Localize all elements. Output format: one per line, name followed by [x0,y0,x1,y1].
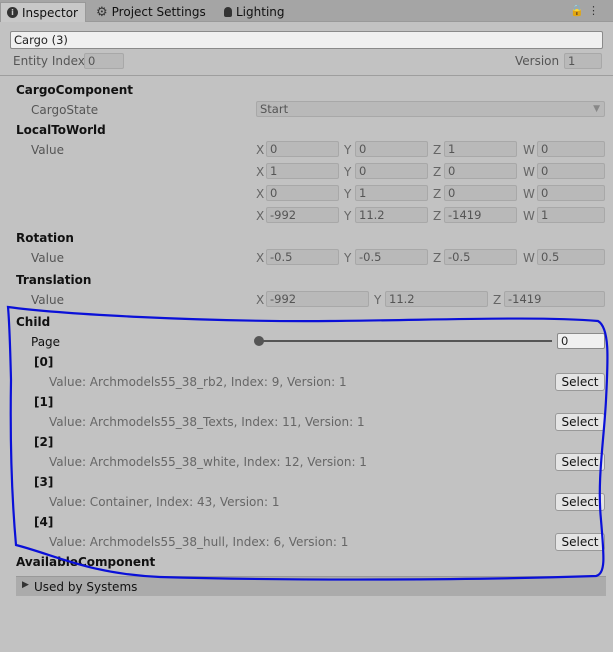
gear-icon: ⚙ [96,4,108,20]
version-label: Version [515,54,560,68]
menu-icon[interactable]: ⋮ [588,4,603,17]
axis-w-label: W [523,209,535,223]
child-header: Child [16,315,51,329]
axis-w-label: W [523,251,535,265]
page-slider-handle[interactable] [254,336,264,346]
axis-y-label: Y [344,165,352,179]
matrix-r3-z-field[interactable]: -1419 [444,207,517,223]
child-item-value: Value: Archmodels55_38_white, Index: 12,… [49,455,367,469]
matrix-r1-w-field[interactable]: 0 [537,163,605,179]
tab-inspector[interactable]: i Inspector [0,2,86,22]
child-item-index: [4] [34,515,54,529]
translation-header: Translation [16,273,92,287]
matrix-r1-x-field[interactable]: 1 [266,163,339,179]
axis-y-label: Y [344,143,352,157]
tab-inspector-label: Inspector [22,5,78,20]
select-button[interactable]: Select [555,493,605,511]
entity-index-label: Entity Index [13,54,85,68]
rotation-header: Rotation [16,231,74,245]
entity-index-field[interactable]: 0 [84,53,124,69]
axis-w-label: W [523,143,535,157]
cargo-state-label: CargoState [31,103,99,117]
tab-lighting[interactable]: Lighting [218,2,291,22]
matrix-r1-y-field[interactable]: 0 [355,163,428,179]
matrix-r1-z-field[interactable]: 0 [444,163,517,179]
translation-x-field[interactable]: -992 [266,291,369,307]
cargo-state-dropdown[interactable]: Start ▼ [256,101,605,117]
child-item-index: [1] [34,395,54,409]
matrix-r0-w-field[interactable]: 0 [537,141,605,157]
rotation-z-field[interactable]: -0.5 [444,249,517,265]
page-number-field[interactable]: 0 [557,333,605,349]
axis-x-label: X [256,187,265,201]
axis-z-label: Z [433,209,442,223]
tab-bar: i Inspector ⚙ Project Settings Lighting … [0,0,613,22]
child-item-index: [3] [34,475,54,489]
axis-x-label: X [256,209,265,223]
axis-y-label: Y [344,209,352,223]
child-item-index: [2] [34,435,54,449]
page-slider[interactable] [258,340,552,342]
rotation-x-field[interactable]: -0.5 [266,249,339,265]
local-to-world-value-label: Value [31,143,64,157]
axis-z-label: Z [433,143,442,157]
matrix-r0-y-field[interactable]: 0 [355,141,428,157]
tab-project-settings-label: Project Settings [111,5,206,19]
select-button[interactable]: Select [555,373,605,391]
matrix-r0-z-field[interactable]: 1 [444,141,517,157]
matrix-r2-y-field[interactable]: 1 [355,185,428,201]
axis-x-label: X [256,293,265,307]
lock-icon[interactable]: 🔒 [570,4,588,17]
used-by-systems-label: Used by Systems [34,580,138,594]
chevron-down-icon: ▼ [593,104,600,114]
triangle-right-icon: ▶ [22,580,29,590]
axis-w-label: W [523,165,535,179]
axis-y-label: Y [344,187,352,201]
axis-w-label: W [523,187,535,201]
select-button[interactable]: Select [555,533,605,551]
matrix-r0-x-field[interactable]: 0 [266,141,339,157]
axis-x-label: X [256,251,265,265]
axis-z-label: Z [493,293,502,307]
used-by-systems-foldout[interactable]: ▶ Used by Systems [16,576,606,596]
child-item-index: [0] [34,355,54,369]
matrix-r2-z-field[interactable]: 0 [444,185,517,201]
available-component-header: AvailableComponent [16,555,156,569]
axis-y-label: Y [374,293,382,307]
version-field[interactable]: 1 [564,53,602,69]
child-item-value: Value: Archmodels55_38_hull, Index: 6, V… [49,535,349,549]
page-label: Page [31,335,61,349]
axis-y-label: Y [344,251,352,265]
cargo-state-value: Start [260,102,289,116]
matrix-r2-w-field[interactable]: 0 [537,185,605,201]
axis-z-label: Z [433,187,442,201]
translation-y-field[interactable]: 11.2 [385,291,488,307]
cargo-component-header: CargoComponent [16,83,134,97]
axis-z-label: Z [433,251,442,265]
select-button[interactable]: Select [555,413,605,431]
header-divider [0,75,613,76]
tab-lighting-label: Lighting [236,5,285,19]
select-button[interactable]: Select [555,453,605,471]
local-to-world-header: LocalToWorld [16,123,106,137]
child-item-value: Value: Archmodels55_38_Texts, Index: 11,… [49,415,365,429]
matrix-r2-x-field[interactable]: 0 [266,185,339,201]
info-icon: i [7,7,18,18]
matrix-r3-x-field[interactable]: -992 [266,207,339,223]
child-item-value: Value: Archmodels55_38_rb2, Index: 9, Ve… [49,375,347,389]
matrix-r3-w-field[interactable]: 1 [537,207,605,223]
axis-x-label: X [256,143,265,157]
rotation-w-field[interactable]: 0.5 [537,249,605,265]
tab-project-settings[interactable]: ⚙ Project Settings [90,2,212,22]
matrix-r3-y-field[interactable]: 11.2 [355,207,428,223]
axis-x-label: X [256,165,265,179]
translation-z-field[interactable]: -1419 [504,291,605,307]
translation-value-label: Value [31,293,64,307]
child-item-value: Value: Container, Index: 43, Version: 1 [49,495,280,509]
axis-z-label: Z [433,165,442,179]
rotation-y-field[interactable]: -0.5 [355,249,428,265]
rotation-value-label: Value [31,251,64,265]
entity-name-field[interactable]: Cargo (3) [10,31,603,49]
bulb-icon [224,7,232,17]
